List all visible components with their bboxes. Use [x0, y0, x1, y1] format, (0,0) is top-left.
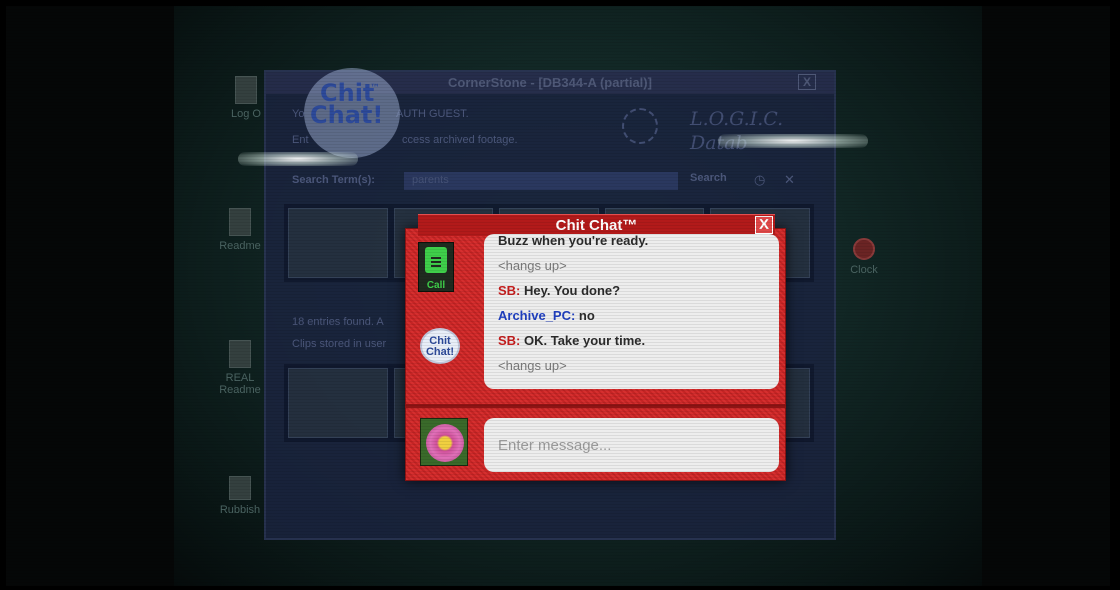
dialog-divider	[405, 404, 786, 408]
desktop-icon-readme[interactable]: Readme	[210, 208, 270, 252]
close-button[interactable]: X	[755, 216, 773, 234]
search-label: Search Term(s):	[292, 174, 375, 186]
logic-seal-icon	[622, 108, 658, 144]
message-text: <hangs up>	[498, 358, 567, 373]
chat-message: <hangs up>	[498, 253, 765, 278]
search-button[interactable]: Search	[690, 172, 727, 184]
search-input[interactable]: parents	[404, 172, 678, 190]
logo-word2: Chat!	[310, 101, 384, 129]
message-speaker: SB:	[498, 333, 521, 348]
chit-chat-title: Chit Chat™	[555, 217, 638, 234]
message-text: Hey. You done?	[520, 283, 621, 298]
log-out-icon	[235, 76, 257, 104]
message-text: Buzz when you're ready.	[498, 234, 649, 248]
logo-tm: ™	[370, 83, 380, 94]
phone-icon	[425, 247, 447, 273]
chit-chat-titlebar[interactable]: Chit Chat™ X	[418, 214, 775, 236]
cornerstone-title: CornerStone - [DB344-A (partial)]	[448, 75, 652, 90]
document-icon	[229, 340, 251, 368]
user-avatar	[420, 418, 468, 466]
screen: Log O Readme REAL Readme Rubbish Clock C…	[6, 6, 1110, 586]
document-icon	[229, 208, 251, 236]
badge-word2: Chat!	[425, 346, 455, 358]
desktop-icon-label: REAL	[225, 372, 255, 384]
chit-chat-logo: Chit ™ Chat!	[304, 68, 400, 158]
brand-line1: L.O.G.I.C.	[690, 108, 784, 130]
clock-icon	[853, 238, 875, 260]
trash-icon	[229, 476, 251, 500]
chat-message: SB: OK. Take your time.	[498, 328, 765, 353]
desktop-icon-clock[interactable]: Clock	[834, 238, 894, 276]
chit-chat-badge-icon: Chit Chat!	[420, 328, 460, 364]
instruction-text: ccess archived footage.	[402, 134, 518, 146]
message-input[interactable]	[484, 418, 779, 472]
flower-icon	[426, 424, 464, 462]
message-speaker: Archive_PC:	[498, 308, 576, 323]
clip-thumbnail[interactable]	[288, 368, 388, 438]
call-button[interactable]: Call	[418, 242, 454, 292]
desktop-icon-label: Readme	[219, 240, 261, 252]
call-label: Call	[426, 280, 446, 291]
chat-message: <hangs up>	[498, 353, 765, 378]
chat-message: Archive_PC: no	[498, 303, 765, 328]
results-count: 18 entries found. A	[292, 316, 384, 328]
clip-thumbnail[interactable]	[288, 208, 388, 278]
desktop-icon-real-readme[interactable]: REAL Readme	[210, 340, 270, 396]
conversation-log[interactable]: Buzz when you're ready. <hangs up> SB: H…	[484, 234, 779, 389]
chat-message: Buzz when you're ready.	[498, 234, 765, 253]
desktop-icon-label: Rubbish	[219, 504, 261, 516]
chat-message: SB: Hey. You done?	[498, 278, 765, 303]
message-text: <hangs up>	[498, 258, 567, 273]
message-text: OK. Take your time.	[520, 333, 646, 348]
tools-icon[interactable]: ✕	[784, 172, 795, 188]
clips-stored-text: Clips stored in user	[292, 338, 387, 350]
desktop-icon-rubbish[interactable]: Rubbish	[210, 476, 270, 516]
history-icon[interactable]: ◷	[754, 172, 765, 188]
welcome-user: AUTH GUEST.	[396, 108, 469, 120]
message-speaker: SB:	[498, 283, 521, 298]
instruction-prefix: Ent	[292, 134, 309, 146]
screen-glare	[238, 152, 358, 166]
message-text: no	[575, 308, 595, 323]
cornerstone-close-button[interactable]: X	[798, 74, 816, 90]
welcome-prefix: Yo	[292, 108, 305, 120]
screen-glare	[718, 134, 868, 148]
desktop-icon-label: Readme	[219, 384, 261, 396]
desktop-icon-label: Clock	[850, 264, 878, 276]
